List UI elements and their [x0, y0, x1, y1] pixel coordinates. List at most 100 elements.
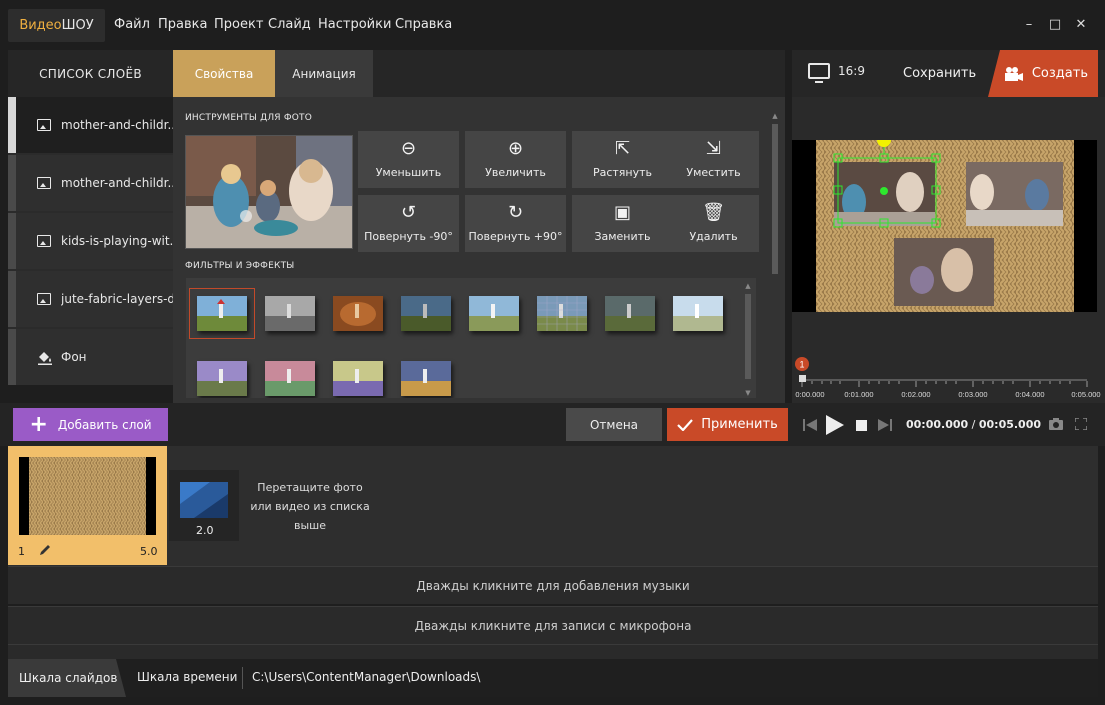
playhead-marker: 1 — [799, 360, 804, 370]
layer-item-4[interactable]: jute-fabric-layers-d... — [8, 271, 173, 327]
rotate-left-button[interactable]: ↺ Повернуть -90° — [358, 195, 459, 252]
filter-none[interactable] — [189, 288, 255, 339]
play-icon[interactable] — [826, 415, 844, 435]
ruler-tick: 0:05.000 — [1071, 390, 1100, 399]
properties-scrollbar[interactable]: ▲ — [771, 112, 779, 290]
pencil-icon[interactable] — [39, 544, 51, 556]
timecode: 00:00.000 / 00:05.000 — [906, 418, 1041, 431]
scroll-up-icon[interactable]: ▲ — [771, 112, 779, 120]
layer-item-2[interactable]: mother-and-childr... — [8, 155, 173, 211]
snapshot-icon[interactable] — [1049, 418, 1063, 430]
filter-mosaic[interactable] — [537, 296, 587, 331]
filters-gallery — [186, 278, 756, 398]
skip-back-icon[interactable] — [803, 419, 817, 431]
tool-label: Повернуть -90° — [364, 230, 453, 243]
save-button[interactable]: Сохранить — [903, 66, 976, 81]
divider — [242, 667, 243, 689]
timecode-total: 00:05.000 — [978, 418, 1042, 431]
rotate-left-icon: ↺ — [400, 202, 417, 223]
aspect-ratio-selector[interactable]: 16:9 — [808, 63, 865, 83]
transport-icons — [803, 415, 892, 435]
rotate-right-button[interactable]: ↻ Повернуть +90° — [465, 195, 566, 252]
replace-image-icon: ▣ — [613, 202, 631, 223]
tool-label: Удалить — [689, 230, 738, 243]
filter-muted[interactable] — [605, 296, 655, 331]
add-layer-button[interactable]: + Добавить слой — [13, 408, 168, 441]
zoom-in-button[interactable]: ⊕ Увеличить — [465, 131, 566, 188]
menu-settings[interactable]: Настройки — [318, 17, 391, 32]
music-track[interactable]: Дважды кликните для добавления музыки — [8, 566, 1098, 604]
checkmark-icon — [677, 418, 694, 431]
ruler-tick: 0:02.000 — [901, 390, 930, 399]
layer-label: mother-and-childr... — [61, 118, 173, 132]
filter-pink[interactable] — [265, 361, 315, 396]
tool-label: Заменить — [594, 230, 651, 243]
menu-edit[interactable]: Правка — [158, 17, 207, 32]
transition-card[interactable]: 2.0 — [169, 470, 239, 541]
tool-label: Увеличить — [485, 166, 546, 179]
filter-soft[interactable] — [469, 296, 519, 331]
filter-purple[interactable] — [197, 361, 247, 396]
slide-number: 1 — [18, 545, 25, 558]
scrollbar-thumb[interactable] — [745, 294, 751, 379]
fullscreen-icon[interactable] — [1075, 418, 1087, 430]
slide-thumbnail — [19, 457, 156, 535]
stretch-icon: ⇱ — [614, 138, 631, 159]
tab-slide-scale[interactable]: Шкала слайдов — [8, 659, 126, 697]
scroll-down-icon[interactable]: ▼ — [743, 389, 753, 397]
fit-button[interactable]: ⇲ Уместить — [668, 131, 759, 188]
timeline-ruler[interactable]: 1 0:00.000 0:01.000 0:02.000 0:03.000 0:… — [792, 355, 1105, 403]
filter-bright[interactable] — [673, 296, 723, 331]
apply-button[interactable]: Применить — [667, 408, 788, 441]
minimize-icon[interactable]: – — [1021, 17, 1037, 32]
filter-yellow-blue[interactable] — [333, 361, 383, 396]
filters-scrollbar[interactable]: ▲ ▼ — [743, 282, 753, 397]
preview-timeline[interactable]: 1 0:00.000 0:01.000 0:02.000 0:03.000 0:… — [792, 355, 1105, 403]
fit-icon: ⇲ — [705, 138, 722, 159]
tab-time-scale[interactable]: Шкала времени — [137, 670, 237, 684]
preview-canvas[interactable] — [792, 140, 1097, 312]
image-icon — [37, 177, 51, 189]
video-camera-icon — [1004, 66, 1023, 81]
logo-text-video: Видео — [19, 18, 62, 33]
layer-item-1[interactable]: mother-and-childr... — [8, 97, 173, 153]
delete-button[interactable]: 🗑 Удалить — [668, 195, 759, 252]
filters-title: ФИЛЬТРЫ И ЭФФЕКТЫ — [185, 261, 295, 271]
create-button[interactable]: Создать — [988, 50, 1098, 97]
tab-properties[interactable]: Свойства — [173, 50, 275, 104]
filter-warm[interactable] — [401, 361, 451, 396]
scroll-up-icon[interactable]: ▲ — [743, 282, 753, 290]
layer-label: Фон — [61, 350, 87, 364]
trash-icon: 🗑 — [702, 202, 725, 223]
stretch-button[interactable]: ⇱ Растянуть — [572, 131, 673, 188]
zoom-out-button[interactable]: ⊖ Уменьшить — [358, 131, 459, 188]
layers-list: mother-and-childr... mother-and-childr..… — [8, 97, 173, 385]
slide-duration[interactable]: 5.0 — [140, 545, 158, 558]
transition-duration[interactable]: 2.0 — [196, 524, 214, 537]
tool-label: Уменьшить — [375, 166, 442, 179]
stop-icon[interactable] — [856, 420, 867, 431]
folder-path: C:\Users\ContentManager\Downloads\ — [252, 670, 481, 684]
menu-help[interactable]: Справка — [395, 17, 452, 32]
replace-button[interactable]: ▣ Заменить — [572, 195, 673, 252]
layer-item-background[interactable]: Фон — [8, 329, 173, 385]
menu-project[interactable]: Проект — [214, 17, 263, 32]
layer-item-3[interactable]: kids-is-playing-wit... — [8, 213, 173, 269]
photo-tools-title: ИНСТРУМЕНТЫ ДЛЯ ФОТО — [185, 113, 313, 123]
empty-track — [8, 644, 1098, 659]
close-icon[interactable]: ✕ — [1073, 17, 1089, 32]
filter-vignette-sepia[interactable] — [333, 296, 383, 331]
menu-file[interactable]: Файл — [114, 17, 150, 32]
skip-forward-icon[interactable] — [878, 419, 892, 431]
scrollbar-thumb[interactable] — [772, 124, 778, 274]
transition-thumbnail — [180, 482, 228, 518]
filter-grayscale[interactable] — [265, 296, 315, 331]
photo-preview — [185, 135, 353, 249]
tab-animation[interactable]: Анимация — [275, 50, 373, 97]
maximize-icon[interactable]: □ — [1047, 17, 1063, 32]
mic-track[interactable]: Дважды кликните для записи с микрофона — [8, 606, 1098, 644]
photo-preview-image — [186, 136, 352, 248]
filter-dark[interactable] — [401, 296, 451, 331]
menu-slide[interactable]: Слайд — [268, 17, 311, 32]
cancel-button[interactable]: Отмена — [566, 408, 662, 441]
